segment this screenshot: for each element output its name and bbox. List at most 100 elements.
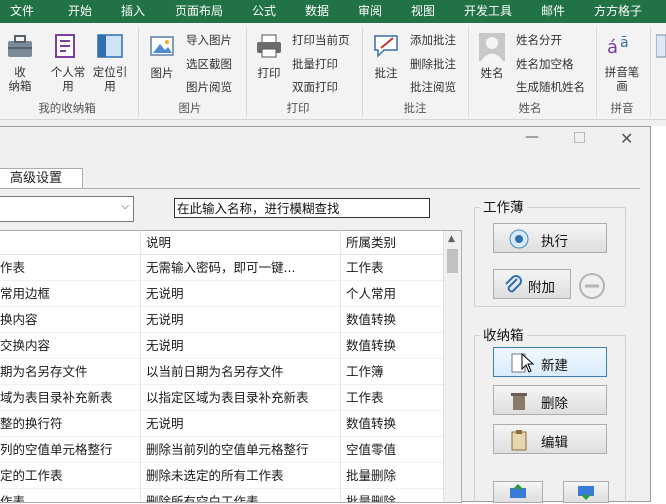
toolbox-icon[interactable] (6, 32, 34, 63)
comment-browse-button[interactable]: 批注阅览 (410, 79, 456, 95)
maximize-button[interactable]: □ (573, 129, 586, 145)
storage-box-dialog: — □ ✕ 高级设置 ⌵ 在此输入名称，进行模糊查找 说明 所属类别 作表 无需… (0, 126, 651, 504)
tab-data[interactable]: 数据 (305, 0, 329, 23)
random-name-button[interactable]: 生成随机姓名 (516, 79, 585, 95)
group-label-name: 姓名 (518, 101, 542, 115)
minimize-button[interactable]: — (525, 129, 539, 145)
delete-label: 删除 (541, 396, 568, 412)
item-category: 工作簿 (346, 364, 384, 379)
tab-fangfanggezi[interactable]: 方方格子 (594, 0, 642, 23)
tab-view[interactable]: 视图 (411, 0, 435, 23)
list-item[interactable]: 交换内容 无说明 数值转换 (0, 333, 443, 359)
list-item[interactable]: 整的换行符 无说明 数值转换 (0, 411, 443, 437)
tab-advanced-settings[interactable]: 高级设置 (0, 168, 83, 189)
paperclip-icon (502, 274, 524, 300)
print-current-page-button[interactable]: 打印当前页 (292, 32, 350, 48)
item-category: 数值转换 (346, 416, 397, 431)
edit-label: 编辑 (541, 435, 568, 451)
person-icon[interactable] (478, 32, 506, 65)
tab-formulas[interactable]: 公式 (252, 0, 276, 23)
column-header-description[interactable]: 说明 (146, 231, 171, 254)
duplex-print-button[interactable]: 双面打印 (292, 79, 338, 95)
personal-common-button[interactable]: 个人常 用 (48, 65, 88, 93)
category-dropdown[interactable]: ⌵ (0, 196, 134, 222)
tab-file[interactable]: 文件 (10, 0, 34, 23)
scroll-thumb[interactable] (447, 249, 458, 273)
tab-home[interactable]: 开始 (68, 0, 92, 23)
ribbon-tab-bar: 文件 开始 插入 页面布局 公式 数据 审阅 视图 开发工具 邮件 方方格子 (0, 0, 666, 23)
item-description: 无需输入密码，即可一键... (146, 260, 296, 275)
printer-icon[interactable] (255, 33, 283, 62)
column-header-category[interactable]: 所属类别 (346, 231, 396, 254)
list-item[interactable]: 列的空值单元格整行 删除当前列的空值单元格整行 空值零值 (0, 437, 443, 463)
print-button[interactable]: 打印 (255, 65, 283, 81)
partial-tool-icon[interactable] (655, 33, 666, 62)
comment-button[interactable]: 批注 (372, 65, 400, 81)
item-description: 无说明 (146, 416, 184, 431)
name-button[interactable]: 姓名 (478, 65, 506, 81)
group-label-comment: 批注 (403, 101, 427, 115)
execute-icon (508, 228, 530, 254)
area-screenshot-button[interactable]: 选区截图 (186, 56, 232, 72)
locate-reference-button[interactable]: 定位引 用 (90, 65, 130, 93)
group-divider (362, 27, 363, 117)
tab-insert[interactable]: 插入 (121, 0, 145, 23)
split-name-button[interactable]: 姓名分开 (516, 32, 562, 48)
vertical-scrollbar[interactable]: ▲ (443, 231, 461, 502)
list-item[interactable]: 换内容 无说明 数值转换 (0, 307, 443, 333)
tab-page-layout[interactable]: 页面布局 (175, 0, 223, 23)
picture-button[interactable]: 图片 (148, 65, 176, 81)
list-item[interactable]: 作表 删除所有空白工作表 批量删除 (0, 489, 443, 502)
new-button[interactable]: 新建 (493, 347, 607, 377)
batch-print-button[interactable]: 批量打印 (292, 56, 338, 72)
storage-box-button[interactable]: 收 纳箱 (6, 65, 34, 93)
name-add-space-button[interactable]: 姓名加空格 (516, 56, 574, 72)
item-name: 常用边框 (0, 286, 51, 301)
close-button[interactable]: ✕ (620, 129, 633, 148)
item-category: 批量删除 (346, 468, 397, 483)
list-item[interactable]: 期为名另存文件 以当前日期为名另存文件 工作簿 (0, 359, 443, 385)
item-category: 数值转换 (346, 338, 397, 353)
delete-button[interactable]: 删除 (493, 385, 607, 415)
tab-mail[interactable]: 邮件 (541, 0, 565, 23)
remove-circle-icon[interactable] (578, 272, 606, 303)
item-name: 交换内容 (0, 338, 51, 353)
item-category: 数值转换 (346, 312, 397, 327)
item-name: 定的工作表 (0, 468, 63, 483)
item-name: 作表 (0, 260, 26, 275)
import-picture-button[interactable]: 导入图片 (186, 32, 232, 48)
list-item[interactable]: 定的工作表 删除未选定的所有工作表 批量删除 (0, 463, 443, 489)
move-up-icon (508, 484, 528, 504)
locate-reference-icon[interactable] (96, 32, 124, 63)
item-description: 以当前日期为名另存文件 (146, 364, 284, 379)
edit-button[interactable]: 编辑 (493, 424, 607, 454)
item-description: 无说明 (146, 312, 184, 327)
tab-developer[interactable]: 开发工具 (464, 0, 512, 23)
group-label-print: 打印 (286, 101, 310, 115)
pinyin-stroke-button[interactable]: 拼音笔 画 (600, 65, 644, 93)
comment-icon[interactable] (372, 32, 400, 63)
execute-label: 执行 (541, 234, 568, 250)
list-item[interactable]: 域为表目录补充新表 以指定区域为表目录补充新表 工作表 (0, 385, 443, 411)
attach-button[interactable]: 附加 (493, 269, 571, 299)
search-input[interactable]: 在此输入名称，进行模糊查找 (174, 198, 430, 218)
chevron-down-icon: ⌵ (121, 201, 129, 212)
list-header: 说明 所属类别 (0, 231, 443, 255)
list-item[interactable]: 常用边框 无说明 个人常用 (0, 281, 443, 307)
list-item[interactable]: 作表 无需输入密码，即可一键... 工作表 (0, 255, 443, 281)
picture-icon[interactable] (148, 32, 176, 63)
item-description: 删除未选定的所有工作表 (146, 468, 284, 483)
pinyin-icon[interactable]: áā (606, 31, 636, 62)
item-name: 域为表目录补充新表 (0, 390, 113, 405)
picture-browse-button[interactable]: 图片阅览 (186, 79, 232, 95)
item-description: 无说明 (146, 338, 184, 353)
scroll-up-arrow-icon[interactable]: ▲ (448, 234, 455, 244)
group-divider (596, 27, 597, 117)
attach-label: 附加 (528, 280, 555, 296)
tab-review[interactable]: 审阅 (358, 0, 382, 23)
delete-comment-button[interactable]: 删除批注 (410, 56, 456, 72)
execute-button[interactable]: 执行 (493, 223, 607, 253)
personal-common-icon[interactable] (52, 32, 80, 63)
add-comment-button[interactable]: 添加批注 (410, 32, 456, 48)
item-category: 工作表 (346, 390, 384, 405)
